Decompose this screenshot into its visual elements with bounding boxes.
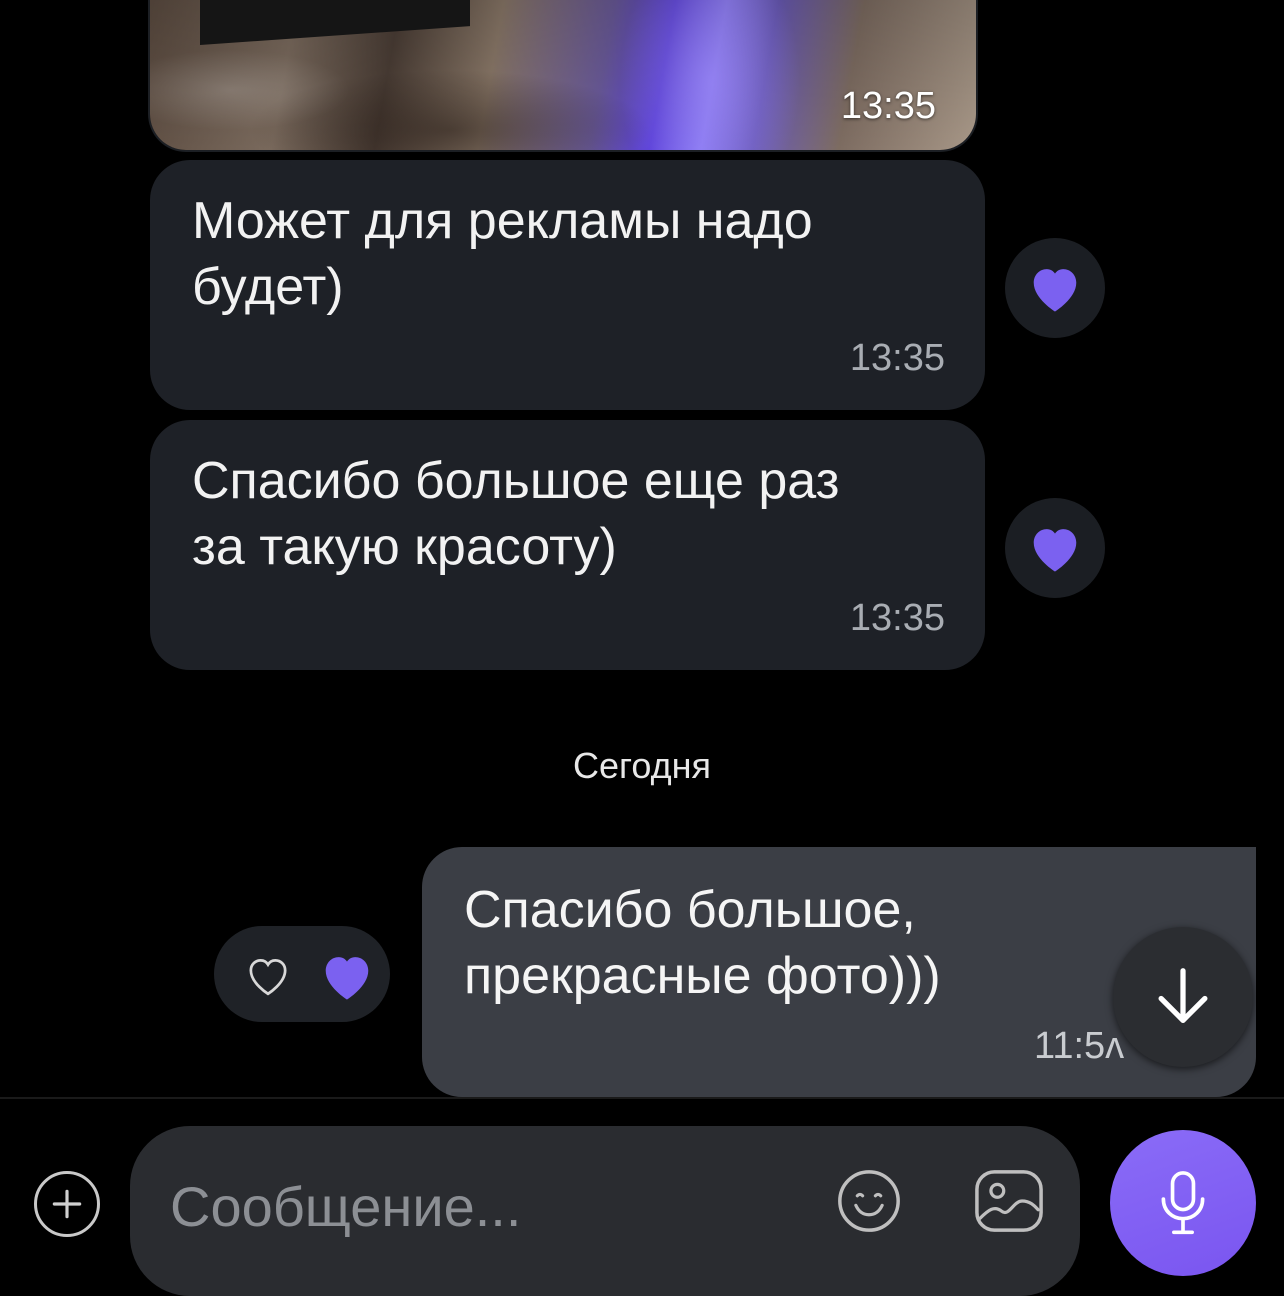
heart-icon [1033,269,1077,312]
heart-filled-icon[interactable] [318,950,376,1002]
incoming-message[interactable]: Спасибо большое еще раз за такую красоту… [150,420,985,670]
message-line: будет) [192,258,344,316]
microphone-icon [1161,1171,1205,1235]
scroll-down-button[interactable] [1113,927,1253,1067]
message-line: прекрасные фото))) [464,947,941,1005]
reaction-heart[interactable] [1005,498,1105,598]
reaction-heart[interactable] [1005,238,1105,338]
message-line: Спасибо большое еще раз [192,452,840,510]
message-line: Может для рекламы надо [192,192,813,250]
message-line: за такую красоту) [192,518,617,576]
image-icon[interactable] [970,1166,1048,1236]
add-attachment-button[interactable] [34,1171,100,1237]
date-separator: Сегодня [573,745,711,786]
message-time: 13:35 [840,85,936,127]
photo-message[interactable]: 13:35 [150,0,976,150]
message-input[interactable]: Сообщение... [130,1126,1080,1296]
arrow-down-icon [1158,968,1208,1023]
heart-icon [1033,529,1077,572]
incoming-message[interactable]: Может для рекламы надо будет) 13:35 [150,160,985,410]
message-text: Спасибо большое, прекрасные фото))) [464,877,941,1009]
heart-outline-icon[interactable] [242,952,294,998]
message-text: Спасибо большое еще раз за такую красоту… [192,448,839,580]
message-time: 13:35 [849,597,945,639]
smile-icon[interactable] [834,1166,904,1236]
message-input-placeholder: Сообщение... [170,1175,522,1238]
composer-divider [0,1097,1284,1099]
message-text: Может для рекламы надо будет) [192,188,813,320]
message-time: 11:5ʌ [1034,1025,1125,1067]
message-time: 13:35 [849,337,945,379]
reaction-picker[interactable] [214,926,390,1022]
message-line: Спасибо большое, [464,881,916,939]
microphone-button[interactable] [1110,1130,1256,1276]
plus-icon [52,1189,82,1219]
